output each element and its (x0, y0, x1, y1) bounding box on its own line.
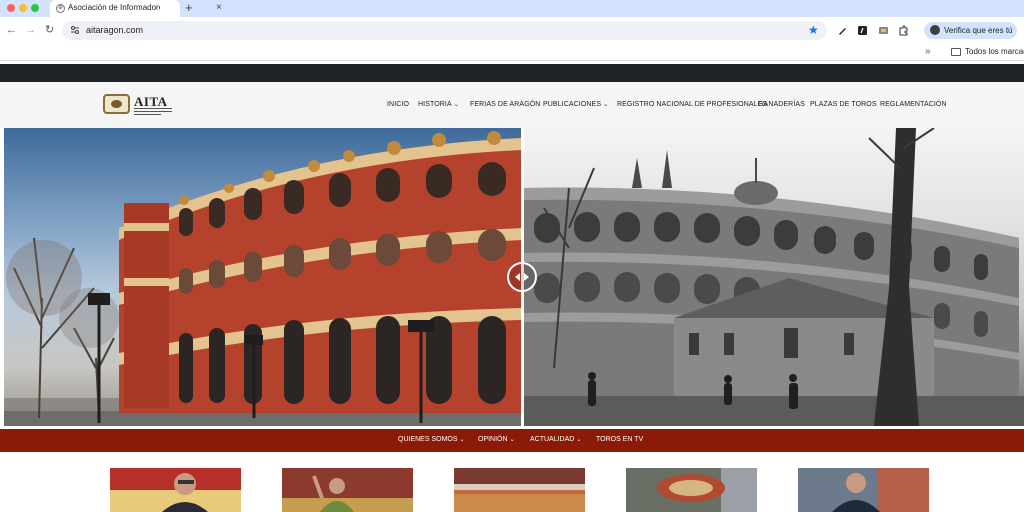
pen-extension-icon[interactable] (837, 25, 848, 36)
main-nav: INICIO HISTORIA ⌄ FERIAS DE ARAGÓN PUBLIC… (0, 82, 1024, 128)
nav-registro-nacional[interactable]: REGISTRO NACIONAL DE PROFESIONALES (617, 101, 767, 108)
chevron-down-icon: ⌄ (603, 102, 609, 108)
thumbnail-image (798, 468, 929, 512)
thumbnail-man-glasses[interactable] (110, 468, 241, 512)
bookmarks-bar: » Todos los marcado (0, 44, 1024, 61)
screen-extension-icon[interactable] (878, 25, 889, 36)
bullring-bw-illustration (524, 128, 1024, 426)
nav-ferias-de-aragon[interactable]: FERIAS DE ARAGÓN (470, 101, 540, 108)
globe-icon: ⊕ (56, 4, 65, 13)
browser-tab-bar: ⊕ Asociación de Informadores T × + (0, 0, 1024, 17)
thumbnail-image (626, 468, 757, 512)
nav-toros-en-tv[interactable]: TOROS EN TV (596, 436, 643, 443)
nav-actualidad[interactable]: ACTUALIDAD ⌄ (530, 436, 581, 443)
address-toolbar: ← → ↻ aitaragon.com ★ Verifica que eres … (0, 17, 1024, 44)
site-settings-icon[interactable] (70, 25, 80, 35)
thumbnail-image (282, 468, 413, 512)
close-window-button[interactable] (7, 4, 15, 12)
thumbnail-man-suit[interactable] (798, 468, 929, 512)
new-tab-plus-icon[interactable]: + (185, 0, 193, 15)
chevron-down-icon: ⌄ (576, 437, 582, 443)
compare-handle-icon[interactable] (507, 262, 537, 292)
forward-arrow-icon[interactable]: → (25, 25, 36, 36)
script-extension-icon[interactable] (857, 25, 868, 36)
thumbnail-torero[interactable] (282, 468, 413, 512)
back-arrow-icon[interactable]: ← (6, 25, 17, 36)
all-bookmarks-link[interactable]: Todos los marcado (965, 47, 1024, 56)
minimize-window-button[interactable] (19, 4, 27, 12)
nav-ganaderias[interactable]: GANADERÍAS (758, 101, 805, 108)
nav-reglamentacion[interactable]: REGLAMENTACIÓN (880, 101, 947, 108)
nav-historia[interactable]: HISTORIA ⌄ (418, 101, 459, 108)
bullring-historic-photo (524, 128, 1024, 426)
close-tab-icon[interactable]: × (216, 2, 222, 13)
hero-compare-slider[interactable] (4, 128, 1024, 426)
bullring-color-illustration (4, 131, 522, 426)
chevron-down-icon: ⌄ (509, 437, 515, 443)
reload-icon[interactable]: ↻ (45, 25, 54, 36)
thumbnail-image (110, 468, 241, 512)
folder-icon (951, 48, 961, 56)
site-top-strip (0, 64, 1024, 82)
avatar (930, 25, 940, 35)
thumbnail-aerial-plaza[interactable] (626, 468, 757, 512)
thumbnail-bullring-arena[interactable] (454, 468, 585, 512)
puzzle-extensions-icon[interactable] (898, 25, 909, 36)
chevron-down-icon: ⌄ (459, 437, 465, 443)
bullring-color-photo (4, 128, 522, 426)
browser-tab-active[interactable]: ⊕ Asociación de Informadores T × (50, 0, 222, 17)
profile-verify-button[interactable]: Verifica que eres tú (924, 22, 1017, 39)
url-text: aitaragon.com (86, 25, 144, 35)
nav-publicaciones[interactable]: PUBLICACIONES ⌄ (543, 101, 608, 108)
nav-plazas-de-toros[interactable]: PLAZAS DE TOROS (810, 101, 877, 108)
nav-inicio[interactable]: INICIO (387, 101, 409, 108)
thumbnail-image (454, 468, 585, 512)
nav-opinion[interactable]: OPINIÓN ⌄ (478, 436, 515, 443)
chevron-down-icon: ⌄ (453, 102, 459, 108)
bookmark-star-icon[interactable]: ★ (808, 23, 819, 37)
omnibox[interactable]: aitaragon.com ★ (62, 21, 827, 40)
profile-label: Verifica que eres tú (944, 26, 1013, 35)
nav-quienes-somos[interactable]: QUIENES SOMOS ⌄ (398, 436, 465, 443)
more-bookmarks-icon[interactable]: » (925, 46, 931, 57)
site-header: AITA INICIO HISTORIA ⌄ FERIAS DE ARAGÓN P… (0, 82, 1024, 128)
maximize-window-button[interactable] (31, 4, 39, 12)
secondary-nav: QUIENES SOMOS ⌄ OPINIÓN ⌄ ACTUALIDAD ⌄ TORO… (0, 429, 1024, 452)
tab-title: Asociación de Informadores T (68, 3, 160, 12)
